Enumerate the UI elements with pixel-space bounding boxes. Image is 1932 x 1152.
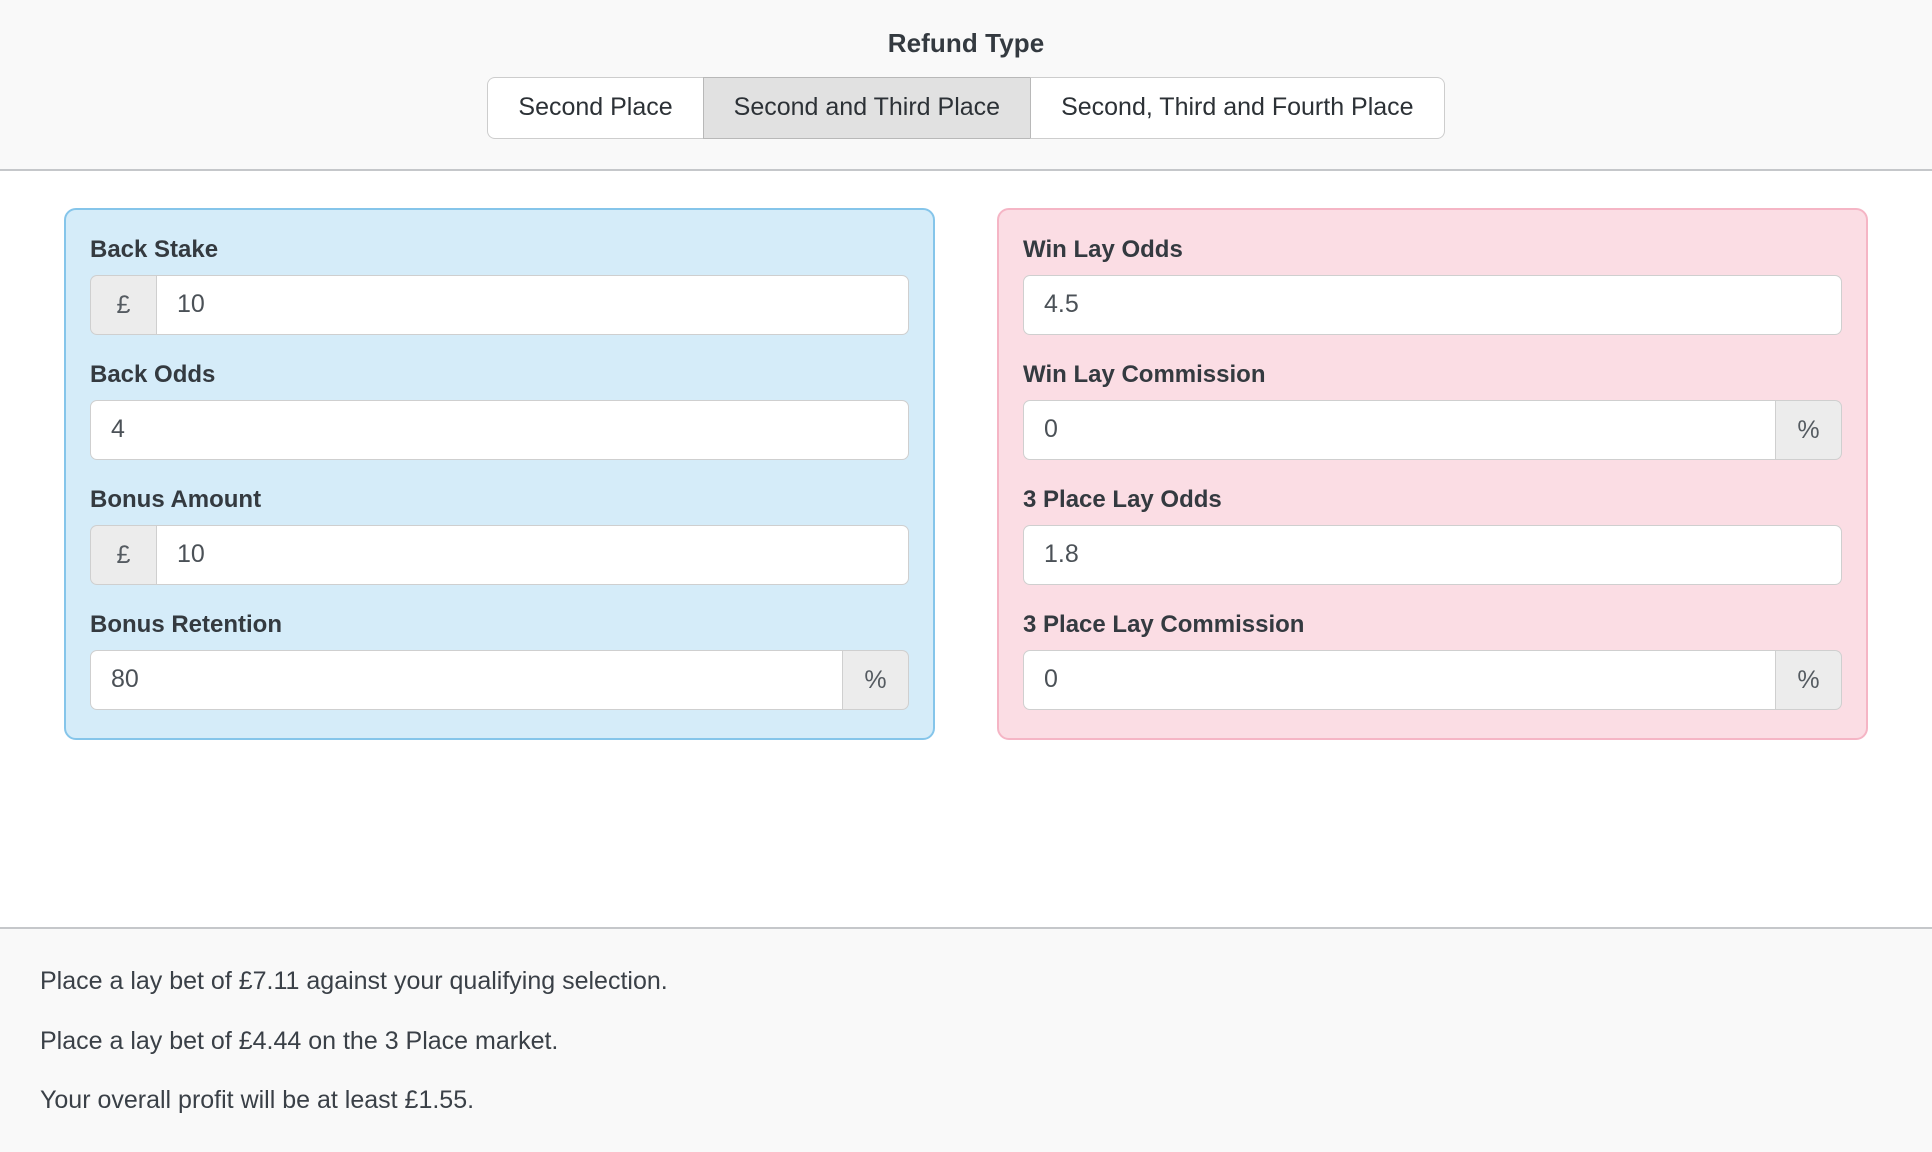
value-input[interactable] [1023, 275, 1842, 336]
percent-addon: % [1776, 400, 1842, 461]
field-label: Bonus Retention [90, 611, 282, 639]
calculator-page: Refund Type Second Place Second and Third… [0, 0, 1932, 1152]
value-input[interactable] [156, 525, 909, 586]
lay-bet-panel: Win Lay OddsWin Lay Commission%3 Place L… [997, 208, 1868, 741]
field-label: Win Lay Odds [1023, 236, 1183, 264]
field-group: 3 Place Lay Odds [1023, 486, 1842, 586]
field-label: Back Stake [90, 236, 219, 264]
field-label: Win Lay Commission [1023, 361, 1266, 389]
currency-addon: £ [90, 275, 156, 336]
result-line: Your overall profit will be at least £1.… [40, 1086, 475, 1115]
back-bet-panel: Back Stake £ Back Odds Bonus Amount £ Bonus R… [64, 208, 935, 741]
percent-addon: % [843, 650, 909, 711]
field-group: Bonus Amount £ [90, 486, 909, 586]
value-input[interactable] [90, 650, 843, 711]
field-group: Win Lay Commission% [1023, 361, 1842, 461]
input-group [1023, 275, 1842, 336]
field-group: Bonus Retention% [90, 611, 909, 711]
page-title: Refund Type [887, 28, 1045, 58]
currency-addon: £ [90, 525, 156, 586]
field-group: Back Odds [90, 361, 909, 461]
form-area: Back Stake £ Back Odds Bonus Amount £ Bonus R… [0, 171, 1932, 927]
field-label: Bonus Amount [90, 486, 262, 514]
refund-type-option-1[interactable]: Second and Third Place [702, 77, 1031, 140]
percent-addon: % [1776, 650, 1842, 711]
field-group: 3 Place Lay Commission% [1023, 611, 1842, 711]
input-group: % [1023, 400, 1842, 461]
field-group: Back Stake £ [90, 236, 909, 336]
input-group: % [1023, 650, 1842, 711]
value-input[interactable] [1023, 400, 1776, 461]
input-group [1023, 525, 1842, 586]
value-input[interactable] [90, 400, 909, 461]
input-group: £ [90, 275, 909, 336]
field-label: Back Odds [90, 361, 216, 389]
result-line: Place a lay bet of £7.11 against your qu… [40, 966, 668, 995]
value-input[interactable] [1023, 650, 1776, 711]
input-group [90, 400, 909, 461]
refund-type-option-2[interactable]: Second, Third and Fourth Place [1030, 77, 1445, 140]
input-group: £ [90, 525, 909, 586]
field-label: 3 Place Lay Odds [1023, 486, 1222, 514]
refund-type-section: Refund Type Second Place Second and Third… [0, 0, 1932, 172]
result-line: Place a lay bet of £4.44 on the 3 Place … [40, 1026, 559, 1055]
refund-type-option-0[interactable]: Second Place [487, 77, 703, 140]
field-label: 3 Place Lay Commission [1023, 611, 1305, 639]
value-input[interactable] [1023, 525, 1842, 586]
results-section: Place a lay bet of £7.11 against your qu… [0, 926, 1932, 1152]
value-input[interactable] [156, 275, 909, 336]
field-group: Win Lay Odds [1023, 236, 1842, 336]
input-group: % [90, 650, 909, 711]
refund-type-button-group: Second Place Second and Third Place Second… [487, 77, 1445, 140]
